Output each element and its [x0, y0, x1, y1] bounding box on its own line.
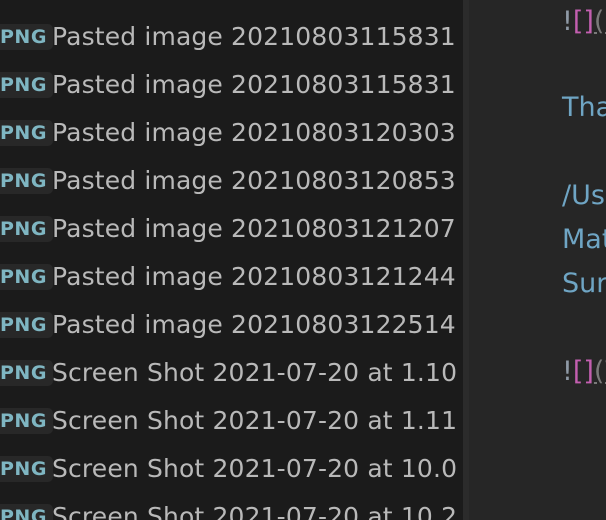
file-name: Pasted image 20210803115831 — [52, 70, 456, 99]
file-name: Screen Shot 2021-07-20 at 1.11 — [52, 406, 458, 435]
file-type-badge: PNG — [0, 24, 53, 50]
file-item[interactable]: PNG Screen Shot 2021-07-20 at 10.0 — [0, 445, 463, 493]
file-name: Pasted image 20210803121207 — [52, 214, 456, 243]
editor-line-image-embed[interactable]: ![](W — [562, 350, 606, 394]
file-name: Pasted image 20210803121244 — [52, 262, 456, 291]
editor-line-text: Sur — [562, 268, 606, 299]
markdown-editor[interactable]: ![](P Tha /Us Mat Sur ![](W — [469, 0, 606, 520]
embed-open-bracket: [ — [572, 356, 584, 387]
file-type-badge: PNG — [0, 264, 53, 290]
file-item[interactable]: PNG Screen Shot 2021-07-20 at 1.11 — [0, 397, 463, 445]
file-type-badge: PNG — [0, 216, 53, 242]
embed-link[interactable]: (W — [594, 356, 606, 387]
file-name: Pasted image 20210803122514 — [52, 310, 456, 339]
file-explorer: PNG Pasted image 20210803115831 PNG Past… — [0, 0, 463, 520]
editor-line-text: Tha — [562, 92, 606, 123]
file-item[interactable]: PNG Pasted image 20210803120303 — [0, 109, 463, 157]
editor-line-text: Mat — [562, 224, 606, 255]
embed-link[interactable]: (P — [594, 6, 606, 37]
embed-bang: ! — [562, 356, 573, 387]
file-type-badge: PNG — [0, 504, 53, 520]
file-name: Screen Shot 2021-07-20 at 10.0 — [52, 454, 458, 483]
file-type-badge: PNG — [0, 120, 53, 146]
file-type-badge: PNG — [0, 408, 53, 434]
file-item[interactable]: PNG Pasted image 20210803121244 — [0, 253, 463, 301]
editor-line-text: /Us — [562, 180, 605, 211]
file-name: Screen Shot 2021-07-20 at 10.2 — [52, 502, 458, 520]
embed-close-bracket: ] — [583, 6, 594, 37]
file-item[interactable]: PNG Pasted image 20210803121207 — [0, 205, 463, 253]
app-window: PNG Pasted image 20210803115831 PNG Past… — [0, 0, 606, 520]
file-type-badge: PNG — [0, 168, 53, 194]
embed-close-bracket: ] — [583, 356, 594, 387]
embed-bang: ! — [562, 6, 573, 37]
file-item[interactable]: PNG Pasted image 20210803115831 — [0, 13, 463, 61]
file-type-badge: PNG — [0, 360, 53, 386]
file-name: Screen Shot 2021-07-20 at 1.10 — [52, 358, 458, 387]
file-item[interactable]: PNG Screen Shot 2021-07-20 at 1.10 — [0, 349, 463, 397]
file-item[interactable]: PNG Pasted image 20210803115831 — [0, 61, 463, 109]
embed-open-bracket: [ — [572, 6, 584, 37]
file-name: Pasted image 20210803115831 — [52, 22, 456, 51]
file-type-badge: PNG — [0, 312, 53, 338]
file-item[interactable]: PNG Screen Shot 2021-07-20 at 10.2 — [0, 493, 463, 520]
file-name: Pasted image 20210803120303 — [52, 118, 456, 147]
file-item[interactable]: PNG Pasted image 20210803120853 — [0, 157, 463, 205]
file-type-badge: PNG — [0, 456, 53, 482]
file-name: Pasted image 20210803120853 — [52, 166, 456, 195]
editor-line-image-embed[interactable]: ![](P — [562, 0, 606, 44]
file-item[interactable]: PNG Pasted image 20210803122514 — [0, 301, 463, 349]
file-type-badge: PNG — [0, 72, 53, 98]
